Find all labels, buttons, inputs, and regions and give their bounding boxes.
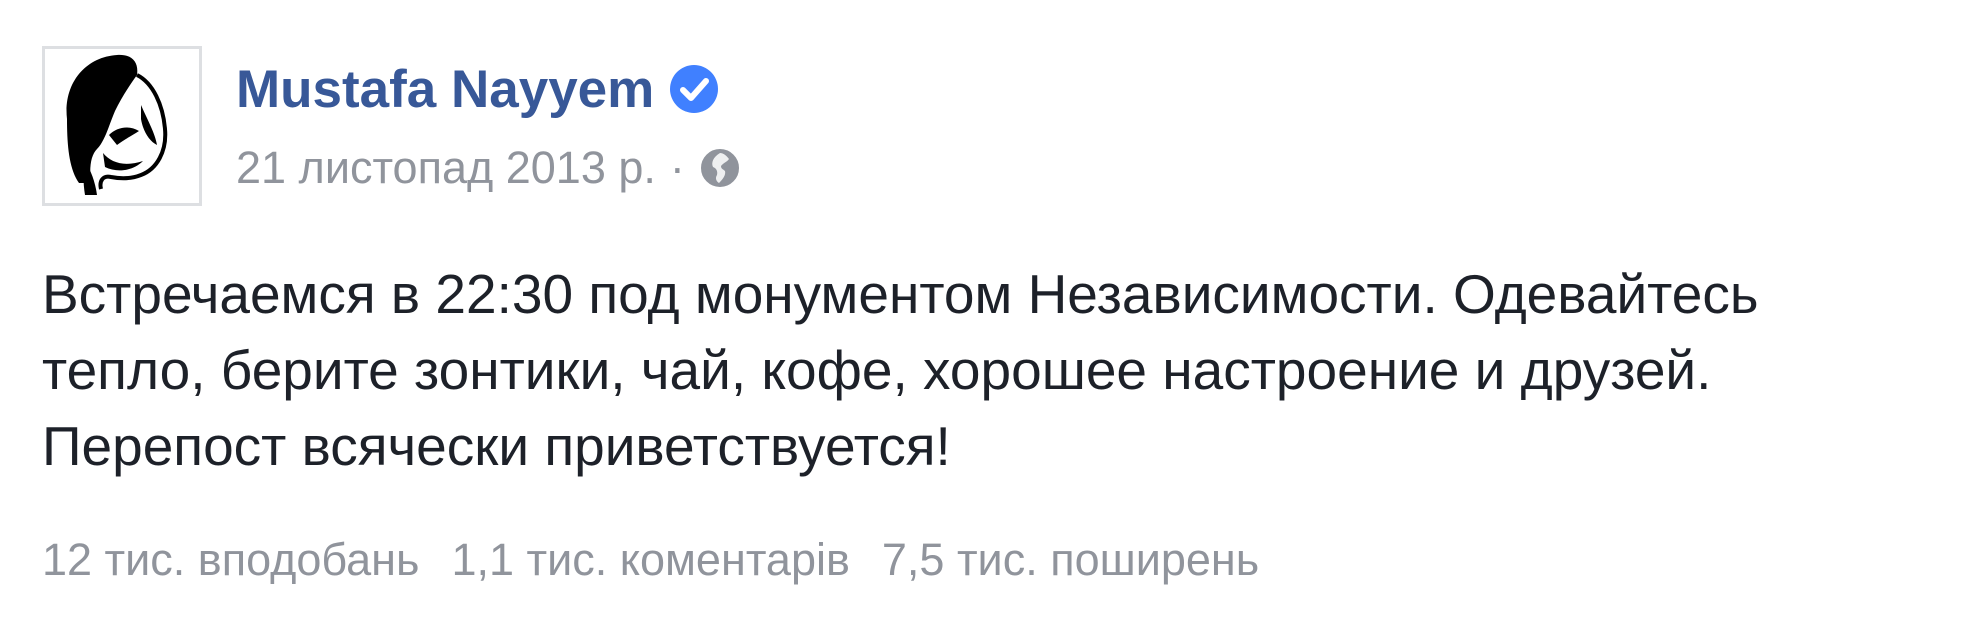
post-date-link[interactable]: 21 листопад 2013 р. [236, 142, 656, 194]
comments-count-link[interactable]: 1,1 тис. коментарів [451, 534, 849, 586]
post-text-line: тепло, берите зонтики, чай, кофе, хороше… [42, 339, 1712, 401]
post-body-text: Встречаемся в 22:30 под монументом Незав… [42, 256, 1942, 484]
verified-badge-icon [668, 63, 720, 115]
post-stats: 12 тис. вподобань 1,1 тис. коментарів 7,… [42, 530, 1291, 590]
likes-count-link[interactable]: 12 тис. вподобань [42, 534, 419, 586]
author-line: Mustafa Nayyem [236, 54, 720, 124]
post-meta: 21 листопад 2013 р. · [236, 138, 741, 198]
masked-face-avatar-icon [45, 49, 199, 203]
author-avatar[interactable] [42, 46, 202, 206]
shares-count-link[interactable]: 7,5 тис. поширень [882, 534, 1259, 586]
meta-separator: · [669, 142, 685, 193]
globe-icon[interactable] [699, 147, 741, 189]
facebook-post: Mustafa Nayyem 21 листопад 2013 р. · Вст… [0, 0, 1987, 638]
author-name-link[interactable]: Mustafa Nayyem [236, 59, 654, 120]
post-text-line: Перепост всячески приветствуется! [42, 415, 951, 477]
post-text-line: Встречаемся в 22:30 под монументом Незав… [42, 263, 1759, 325]
